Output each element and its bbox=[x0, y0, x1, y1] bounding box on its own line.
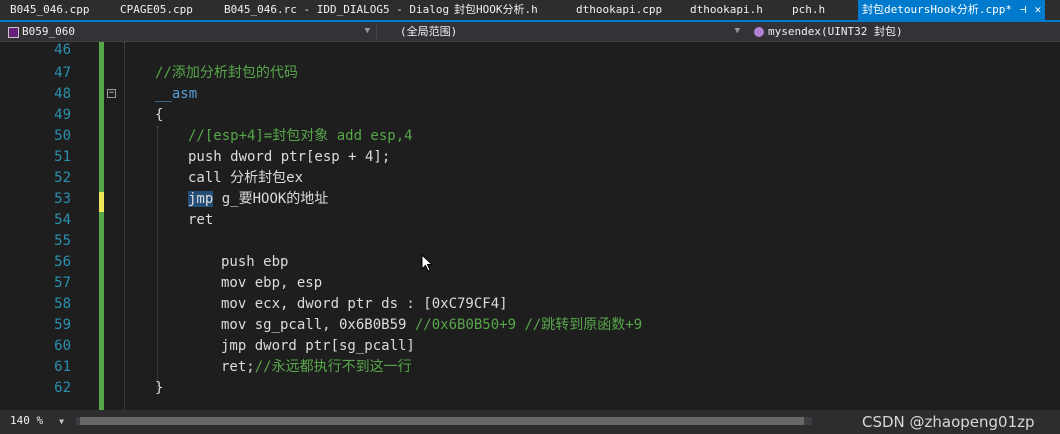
line-number: 47 bbox=[54, 65, 71, 81]
code-text: mov ecx, dword ptr ds : [0xC79CF4] bbox=[221, 296, 508, 312]
code-line: 49 { bbox=[0, 105, 1060, 126]
navigation-bar: B059_060 ▼ (全局范围) ▼ mysendex(UINT32 封包) bbox=[0, 22, 1060, 42]
selected-word: jmp bbox=[188, 191, 214, 207]
line-number: 61 bbox=[54, 359, 71, 375]
line-number: 51 bbox=[54, 149, 71, 165]
code-line: 54 ret bbox=[0, 210, 1060, 231]
code-comment: //[esp+4]=封包对象 add esp,4 bbox=[188, 128, 413, 144]
function-icon bbox=[754, 27, 764, 37]
tab-pch-h[interactable]: pch.h bbox=[792, 0, 825, 20]
chevron-down-icon: ▼ bbox=[364, 26, 370, 36]
code-instruction: ret; bbox=[221, 359, 255, 375]
scrollbar-thumb[interactable] bbox=[80, 417, 804, 425]
function-label: mysendex(UINT32 封包) bbox=[768, 25, 903, 38]
code-line: 50 //[esp+4]=封包对象 add esp,4 bbox=[0, 126, 1060, 147]
pin-icon[interactable]: ⊣ bbox=[1020, 3, 1027, 16]
line-number: 53 bbox=[54, 191, 71, 207]
code-text: mov ebp, esp bbox=[221, 275, 323, 291]
project-dropdown[interactable]: B059_060 ▼ bbox=[0, 23, 377, 40]
line-number: 49 bbox=[54, 107, 71, 123]
code-line: 53 jmp g_要HOOK的地址 bbox=[0, 189, 1060, 210]
code-text: ret;//永远都执行不到这一行 bbox=[221, 357, 412, 378]
line-number: 54 bbox=[54, 212, 71, 228]
line-number: 50 bbox=[54, 128, 71, 144]
code-line: 58 mov ecx, dword ptr ds : [0xC79CF4] bbox=[0, 294, 1060, 315]
code-text: { bbox=[155, 107, 164, 123]
code-text: mov sg_pcall, 0x6B0B59 //0x6B0B50+9 //跳转… bbox=[221, 315, 642, 336]
code-line: 62 } bbox=[0, 378, 1060, 399]
line-number: 55 bbox=[54, 233, 71, 249]
line-number: 56 bbox=[54, 254, 71, 270]
code-line: 47 //添加分析封包的代码 bbox=[0, 63, 1060, 84]
scope-label: (全局范围) bbox=[400, 25, 458, 38]
code-text: push dword ptr[esp + 4]; bbox=[188, 149, 391, 165]
code-editor[interactable]: 46 47 //添加分析封包的代码 48 − __asm 49 { 50 //[… bbox=[0, 42, 1060, 410]
line-number: 57 bbox=[54, 275, 71, 291]
editor-bottom-bar: 140 % ▼ CSDN @zhaopeng01zp bbox=[0, 410, 1060, 434]
code-comment: //添加分析封包的代码 bbox=[155, 65, 298, 81]
code-line: 57 mov ebp, esp bbox=[0, 273, 1060, 294]
chevron-down-icon: ▼ bbox=[59, 417, 64, 426]
code-comment: //永远都执行不到这一行 bbox=[254, 359, 412, 375]
code-text: ret bbox=[188, 212, 214, 228]
tab-b045-046-cpp[interactable]: B045_046.cpp bbox=[10, 0, 89, 20]
code-line: 61 ret;//永远都执行不到这一行 bbox=[0, 357, 1060, 378]
line-number: 48 bbox=[54, 86, 71, 102]
document-tab-bar: B045_046.cpp CPAGE05.cpp B045_046.rc - I… bbox=[0, 0, 1060, 22]
scope-dropdown[interactable]: (全局范围) ▼ bbox=[378, 23, 747, 40]
tab-detours-hook-cpp[interactable]: 封包detoursHook分析.cpp* ⊣ ✕ bbox=[858, 0, 1046, 20]
code-line: 51 push dword ptr[esp + 4]; bbox=[0, 147, 1060, 168]
horizontal-scrollbar[interactable] bbox=[76, 417, 812, 425]
code-text: } bbox=[155, 380, 164, 396]
line-number: 60 bbox=[54, 338, 71, 354]
code-line: 52 call 分析封包ex bbox=[0, 168, 1060, 189]
tab-cpage05-cpp[interactable]: CPAGE05.cpp bbox=[120, 0, 193, 20]
code-line: 56 push ebp bbox=[0, 252, 1060, 273]
code-line: 59 mov sg_pcall, 0x6B0B59 //0x6B0B50+9 /… bbox=[0, 315, 1060, 336]
line-number: 52 bbox=[54, 170, 71, 186]
code-text: jmp g_要HOOK的地址 bbox=[188, 189, 328, 210]
line-number: 58 bbox=[54, 296, 71, 312]
code-rest: g_要HOOK的地址 bbox=[213, 191, 329, 207]
line-number: 46 bbox=[54, 42, 71, 58]
project-icon bbox=[8, 26, 19, 38]
collapse-icon[interactable]: − bbox=[107, 89, 116, 98]
code-text: push ebp bbox=[221, 254, 289, 270]
tab-dthookapi-h[interactable]: dthookapi.h bbox=[690, 0, 763, 20]
mouse-pointer-icon bbox=[421, 254, 433, 272]
zoom-dropdown[interactable]: 140 % ▼ bbox=[10, 414, 64, 429]
watermark: CSDN @zhaopeng01zp bbox=[862, 413, 1035, 431]
code-keyword: __asm bbox=[155, 86, 198, 102]
code-line: 46 bbox=[0, 42, 1060, 61]
code-text: jmp dword ptr[sg_pcall] bbox=[221, 338, 415, 354]
code-text: call 分析封包ex bbox=[188, 170, 304, 186]
line-number: 59 bbox=[54, 317, 71, 333]
code-line: 60 jmp dword ptr[sg_pcall] bbox=[0, 336, 1060, 357]
tab-b045-046-rc[interactable]: B045_046.rc - IDD_DIALOG5 - Dialog bbox=[224, 0, 449, 20]
tab-label: 封包detoursHook分析.cpp* bbox=[862, 3, 1012, 16]
code-line: 55 bbox=[0, 231, 1060, 252]
line-number: 62 bbox=[54, 380, 71, 396]
function-dropdown[interactable]: mysendex(UINT32 封包) bbox=[746, 23, 1060, 40]
tab-dthookapi-cpp[interactable]: dthookapi.cpp bbox=[576, 0, 662, 20]
zoom-level: 140 % bbox=[10, 414, 44, 427]
code-instruction: mov sg_pcall, 0x6B0B59 bbox=[221, 317, 415, 333]
code-line: 48 − __asm bbox=[0, 84, 1060, 105]
close-icon[interactable]: ✕ bbox=[1035, 3, 1042, 16]
tab-hook-analysis-h[interactable]: 封包HOOK分析.h bbox=[454, 0, 538, 20]
project-name: B059_060 bbox=[22, 25, 75, 38]
chevron-down-icon: ▼ bbox=[734, 26, 740, 36]
code-comment: //0x6B0B50+9 //跳转到原函数+9 bbox=[414, 317, 643, 333]
